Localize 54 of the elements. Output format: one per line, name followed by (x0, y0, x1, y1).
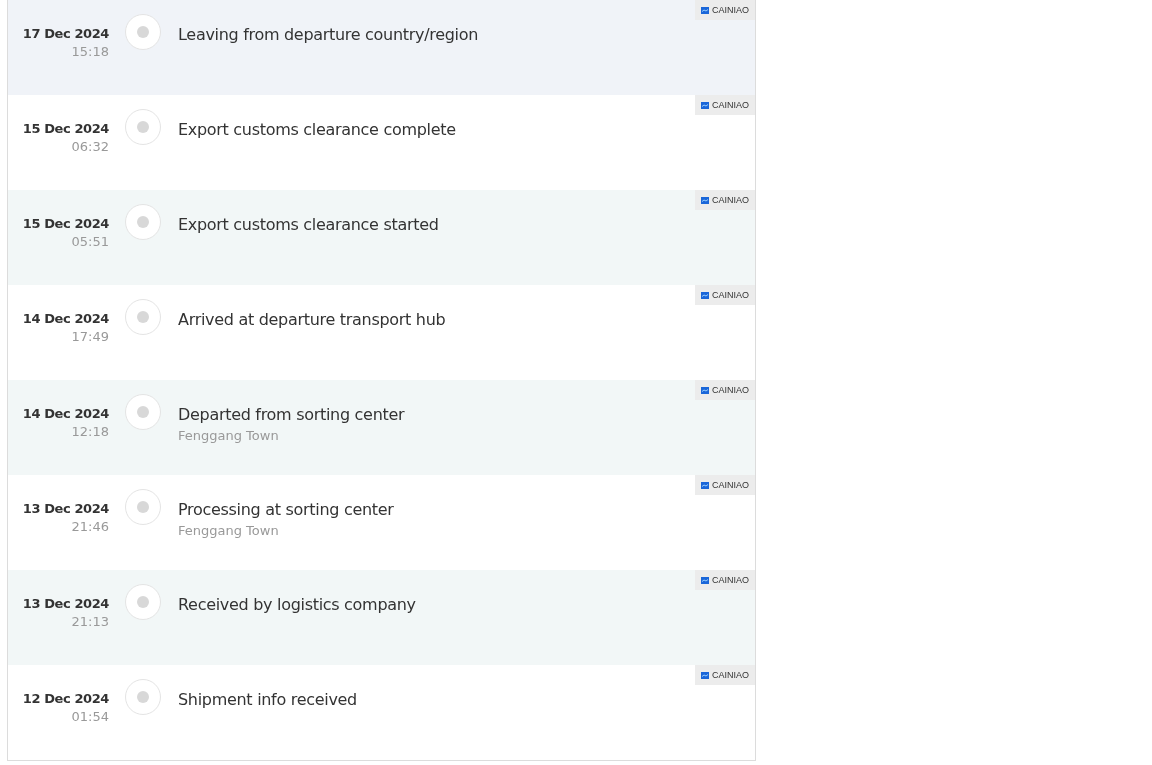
carrier-logo-icon (701, 291, 709, 299)
event-time: 12:18 (71, 424, 109, 439)
carrier-logo-icon (701, 196, 709, 204)
carrier-badge: CAINIAO (695, 0, 755, 20)
carrier-badge: CAINIAO (695, 380, 755, 400)
carrier-logo-icon (701, 101, 709, 109)
carrier-badge: CAINIAO (695, 285, 755, 305)
event-status: Processing at sorting center (178, 500, 394, 519)
event-status: Export customs clearance started (178, 215, 439, 234)
event-date: 15 Dec 2024 (22, 216, 109, 231)
carrier-badge: CAINIAO (695, 95, 755, 115)
event-time: 06:32 (71, 139, 109, 154)
event-status: Shipment info received (178, 690, 357, 709)
event-location: Fenggang Town (178, 523, 280, 538)
tracking-event-row[interactable]: 17 Dec 2024 15:18 Leaving from departure country/region CAINIAO (8, 0, 755, 95)
tracking-event-row[interactable]: 13 Dec 2024 21:13 Received by logistics company CAINIAO (8, 570, 755, 665)
carrier-badge: CAINIAO (695, 570, 755, 590)
event-date: 17 Dec 2024 (22, 26, 109, 41)
carrier-badge: CAINIAO (695, 190, 755, 210)
event-time: 17:49 (71, 329, 109, 344)
carrier-badge: CAINIAO (695, 665, 755, 685)
timeline-node-icon (125, 299, 161, 335)
tracking-event-row[interactable]: 15 Dec 2024 05:51 Export customs clearance started CAINIAO (8, 190, 755, 285)
carrier-logo-icon (701, 481, 709, 489)
event-status: Export customs clearance complete (178, 120, 456, 139)
carrier-logo-icon (701, 386, 709, 394)
timeline-node-icon (125, 109, 161, 145)
event-time: 21:13 (71, 614, 109, 629)
event-time: 05:51 (71, 234, 109, 249)
timeline-node-icon (125, 679, 161, 715)
tracking-event-row[interactable]: 14 Dec 2024 12:18 Departed from sorting center Fenggang Town CAINIAO (8, 380, 755, 475)
timeline-node-icon (125, 394, 161, 430)
event-status: Leaving from departure country/region (178, 25, 479, 44)
carrier-badge: CAINIAO (695, 475, 755, 495)
event-status: Departed from sorting center (178, 405, 405, 424)
event-date: 13 Dec 2024 (22, 596, 109, 611)
carrier-logo-icon (701, 576, 709, 584)
timeline-node-icon (125, 204, 161, 240)
carrier-logo-icon (701, 6, 709, 14)
timeline-node-icon (125, 584, 161, 620)
timeline-node-icon (125, 14, 161, 50)
event-status: Arrived at departure transport hub (178, 310, 446, 329)
event-time: 15:18 (71, 44, 109, 59)
event-date: 15 Dec 2024 (22, 121, 109, 136)
event-time: 21:46 (71, 519, 109, 534)
event-date: 14 Dec 2024 (22, 406, 109, 421)
event-location: Fenggang Town (178, 428, 280, 443)
event-status: Received by logistics company (178, 595, 416, 614)
event-date: 14 Dec 2024 (22, 311, 109, 326)
event-date: 13 Dec 2024 (22, 501, 109, 516)
carrier-logo-icon (701, 671, 709, 679)
event-time: 01:54 (71, 709, 109, 724)
event-date: 12 Dec 2024 (22, 691, 109, 706)
timeline-node-icon (125, 489, 161, 525)
